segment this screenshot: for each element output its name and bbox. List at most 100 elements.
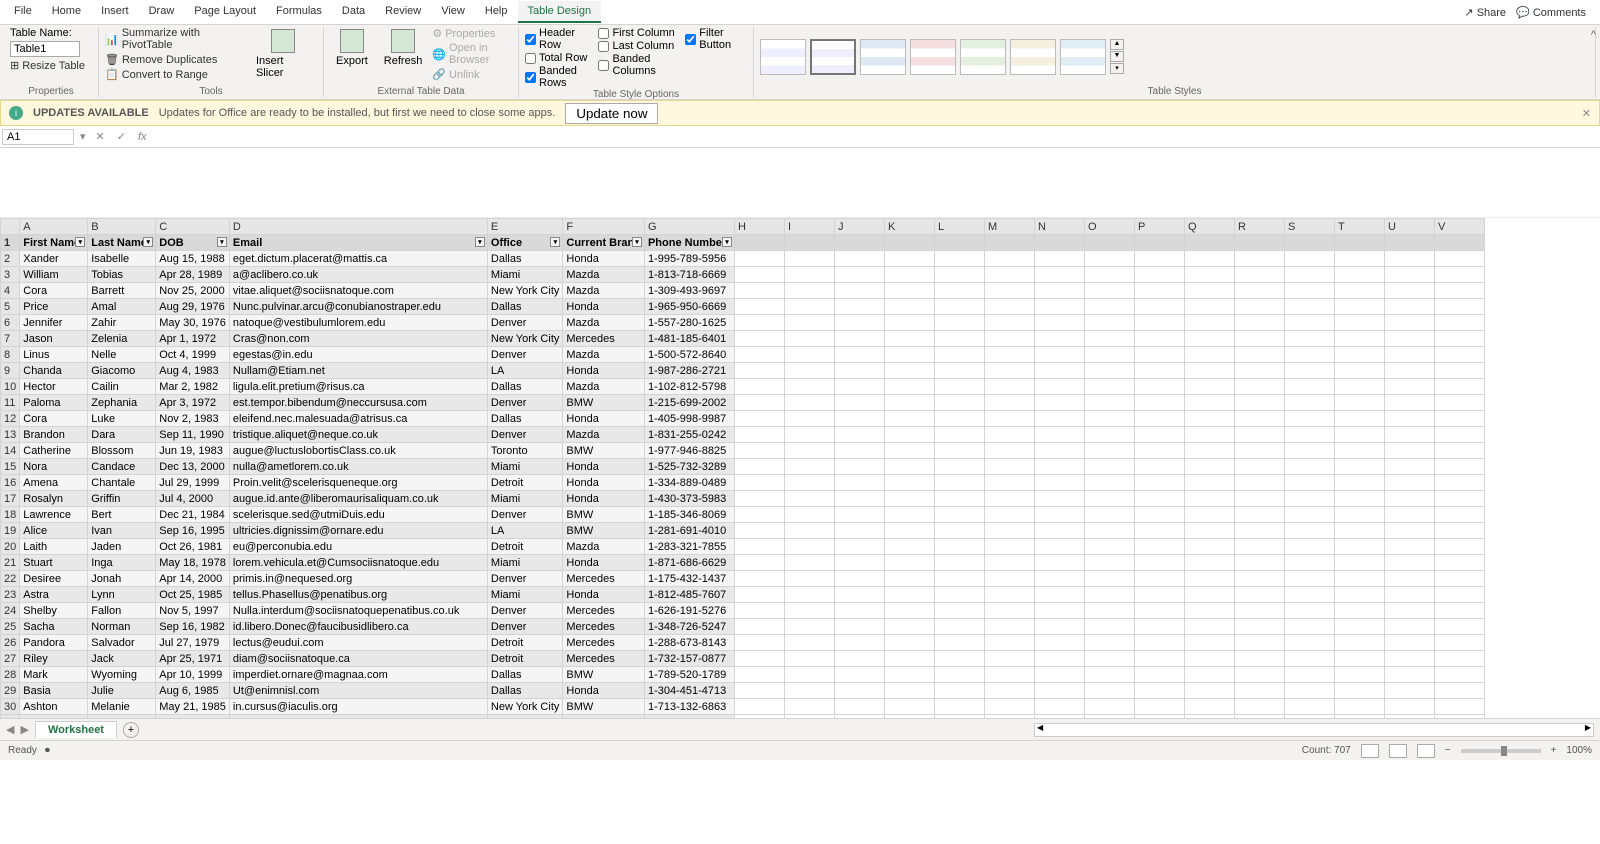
cell[interactable]: [934, 491, 984, 507]
normal-view-button[interactable]: [1361, 744, 1379, 758]
cell[interactable]: [1134, 587, 1184, 603]
cell[interactable]: 1-304-451-4713: [644, 683, 734, 699]
cell[interactable]: [1334, 299, 1384, 315]
cell[interactable]: [1334, 555, 1384, 571]
row-header[interactable]: 17: [1, 491, 20, 507]
cell[interactable]: [784, 603, 834, 619]
cancel-formula-icon[interactable]: ✕: [90, 130, 111, 143]
col-header-U[interactable]: U: [1384, 219, 1434, 235]
cell[interactable]: [1284, 619, 1334, 635]
col-header-E[interactable]: E: [487, 219, 562, 235]
cell[interactable]: Jul 4, 2000: [156, 491, 230, 507]
col-header-V[interactable]: V: [1434, 219, 1484, 235]
cell[interactable]: [934, 459, 984, 475]
cell[interactable]: [1184, 699, 1234, 715]
cell[interactable]: [1084, 379, 1134, 395]
cell[interactable]: [834, 363, 884, 379]
cell[interactable]: Wyoming: [88, 667, 156, 683]
cell[interactable]: Lawrence: [20, 507, 88, 523]
cell[interactable]: 1-102-812-5798: [644, 379, 734, 395]
cell[interactable]: 1-713-132-6863: [644, 699, 734, 715]
cell[interactable]: [884, 379, 934, 395]
filter-button-check[interactable]: Filter Button: [685, 27, 747, 51]
cell[interactable]: [934, 603, 984, 619]
cell[interactable]: Dec 13, 2000: [156, 459, 230, 475]
filter-arrow-icon[interactable]: ▾: [143, 237, 153, 247]
cell[interactable]: [1334, 363, 1384, 379]
header-cell[interactable]: [884, 235, 934, 251]
cell[interactable]: Nov 2, 1983: [156, 411, 230, 427]
cell[interactable]: [1084, 283, 1134, 299]
cell[interactable]: Inga: [88, 555, 156, 571]
cell[interactable]: [1284, 491, 1334, 507]
cell[interactable]: 1-185-346-8069: [644, 507, 734, 523]
cell[interactable]: Dallas: [487, 379, 562, 395]
header-cell[interactable]: Current Brand▾: [563, 235, 645, 251]
cell[interactable]: [1084, 363, 1134, 379]
cell[interactable]: [884, 267, 934, 283]
cell[interactable]: augue@luctuslobortisClass.co.uk: [229, 443, 487, 459]
cell[interactable]: [884, 315, 934, 331]
cell[interactable]: [1134, 315, 1184, 331]
row-header[interactable]: 10: [1, 379, 20, 395]
cell[interactable]: Nullam@Etiam.net: [229, 363, 487, 379]
cell[interactable]: [734, 315, 784, 331]
sheet-prev-icon[interactable]: ◀: [6, 723, 14, 736]
cell[interactable]: [834, 603, 884, 619]
cell[interactable]: [1034, 619, 1084, 635]
cell[interactable]: [1234, 347, 1284, 363]
cell[interactable]: [1184, 459, 1234, 475]
cell[interactable]: [784, 443, 834, 459]
cell[interactable]: Apr 14, 2000: [156, 571, 230, 587]
cell[interactable]: Miami: [487, 587, 562, 603]
col-header-J[interactable]: J: [834, 219, 884, 235]
cell[interactable]: [984, 443, 1034, 459]
cell[interactable]: [1034, 459, 1084, 475]
cell[interactable]: [1084, 651, 1134, 667]
cell[interactable]: Amena: [20, 475, 88, 491]
row-header[interactable]: 1: [1, 235, 20, 251]
cell[interactable]: [1184, 427, 1234, 443]
cell[interactable]: Apr 25, 1971: [156, 651, 230, 667]
cell[interactable]: [884, 539, 934, 555]
cell[interactable]: [1434, 619, 1484, 635]
col-header-O[interactable]: O: [1084, 219, 1134, 235]
header-cell[interactable]: [1084, 235, 1134, 251]
cell[interactable]: [1134, 507, 1184, 523]
cell[interactable]: [1334, 619, 1384, 635]
cell[interactable]: Price: [20, 299, 88, 315]
cell[interactable]: [984, 299, 1034, 315]
cell[interactable]: [934, 635, 984, 651]
cell[interactable]: 1-288-673-8143: [644, 635, 734, 651]
cell[interactable]: Hector: [20, 379, 88, 395]
cell[interactable]: [1084, 507, 1134, 523]
col-header-Q[interactable]: Q: [1184, 219, 1234, 235]
cell[interactable]: Dallas: [487, 299, 562, 315]
cell[interactable]: [1384, 331, 1434, 347]
cell[interactable]: [934, 315, 984, 331]
cell[interactable]: [1334, 683, 1384, 699]
cell[interactable]: [884, 635, 934, 651]
cell[interactable]: [1384, 363, 1434, 379]
cell[interactable]: Apr 10, 1999: [156, 667, 230, 683]
cell[interactable]: [1084, 571, 1134, 587]
cell[interactable]: [1084, 331, 1134, 347]
styles-more[interactable]: ▾: [1110, 63, 1124, 74]
header-cell[interactable]: Last Name▾: [88, 235, 156, 251]
cell[interactable]: Brandon: [20, 427, 88, 443]
cell[interactable]: [1384, 699, 1434, 715]
cell[interactable]: [1084, 539, 1134, 555]
cell[interactable]: Linus: [20, 347, 88, 363]
col-header-T[interactable]: T: [1334, 219, 1384, 235]
cell[interactable]: [1434, 523, 1484, 539]
cell[interactable]: [1284, 555, 1334, 571]
col-header-K[interactable]: K: [884, 219, 934, 235]
cell[interactable]: [1434, 699, 1484, 715]
cell[interactable]: [1034, 523, 1084, 539]
filter-arrow-icon[interactable]: ▾: [550, 237, 560, 247]
cell[interactable]: Nov 5, 1997: [156, 603, 230, 619]
cell[interactable]: [1384, 379, 1434, 395]
cell[interactable]: [1334, 523, 1384, 539]
cell[interactable]: [1134, 299, 1184, 315]
header-cell[interactable]: [1334, 235, 1384, 251]
